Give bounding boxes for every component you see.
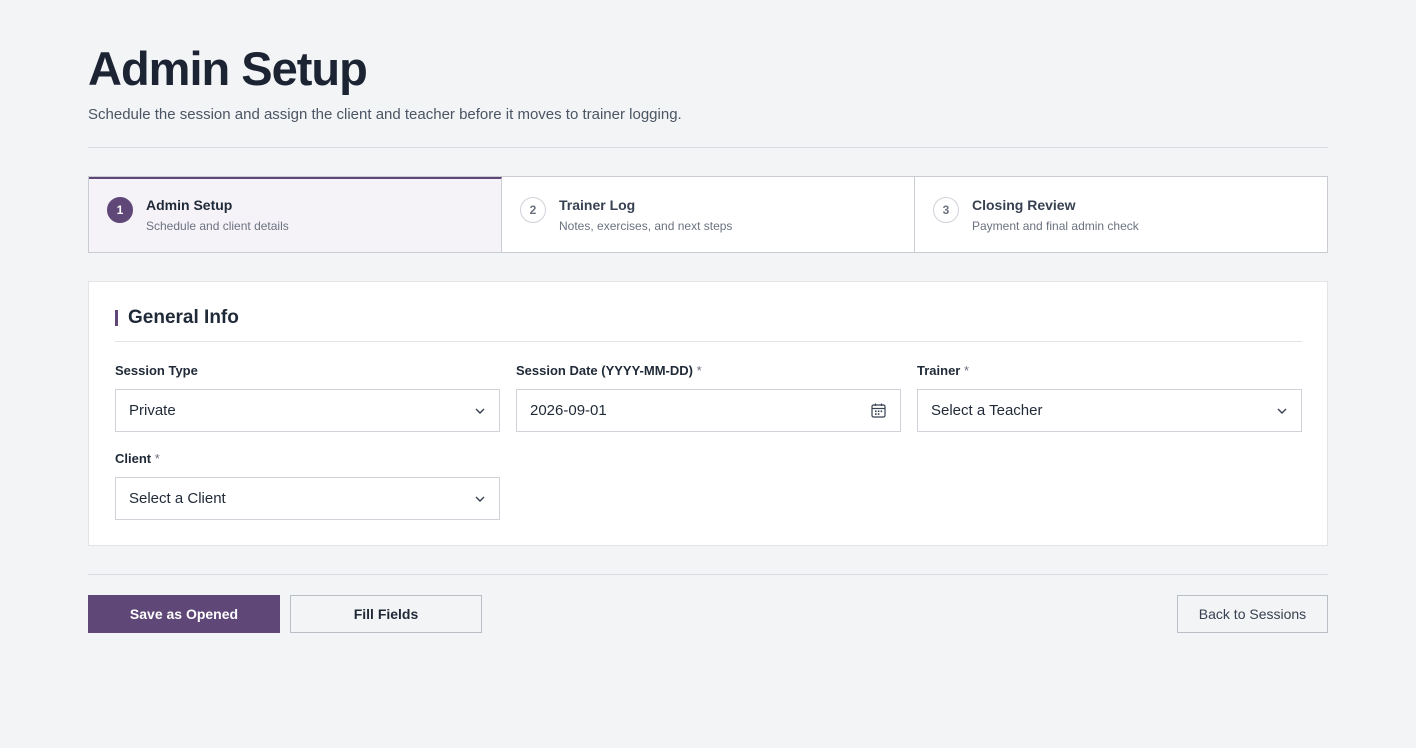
chevron-down-icon <box>475 408 485 414</box>
session-date-input[interactable]: 2026-09-01 <box>516 389 901 432</box>
client-value: Select a Client <box>129 490 226 507</box>
page-title: Admin Setup <box>88 42 368 95</box>
step-number: 1 <box>107 197 133 223</box>
step-title: Closing Review <box>972 197 1076 213</box>
divider <box>88 574 1328 575</box>
divider <box>88 147 1328 148</box>
trainer-label: Trainer * <box>917 363 970 378</box>
step-number: 2 <box>520 197 546 223</box>
session-type-field: Session Type Private <box>115 363 500 432</box>
chevron-down-icon <box>475 496 485 502</box>
session-type-value: Private <box>129 402 176 419</box>
session-date-value: 2026-09-01 <box>530 402 607 419</box>
step-description: Notes, exercises, and next steps <box>559 219 733 233</box>
trainer-value: Select a Teacher <box>931 402 1043 419</box>
step-closing-review[interactable]: 3 Closing Review Payment and final admin… <box>915 177 1327 252</box>
calendar-icon[interactable] <box>871 403 886 418</box>
step-description: Payment and final admin check <box>972 219 1139 233</box>
page-subtitle: Schedule the session and assign the clie… <box>88 106 682 123</box>
session-type-select[interactable]: Private <box>115 389 500 432</box>
general-info-card: General Info Session Type Private Sessio… <box>88 281 1328 546</box>
step-title: Admin Setup <box>146 197 233 213</box>
section-header: General Info <box>115 307 1302 342</box>
step-admin-setup[interactable]: 1 Admin Setup Schedule and client detail… <box>89 177 502 252</box>
client-select[interactable]: Select a Client <box>115 477 500 520</box>
back-to-sessions-button[interactable]: Back to Sessions <box>1177 595 1328 633</box>
trainer-field: Trainer * Select a Teacher <box>917 363 1302 432</box>
fill-fields-button[interactable]: Fill Fields <box>290 595 482 633</box>
step-tracker: 1 Admin Setup Schedule and client detail… <box>88 176 1328 253</box>
client-label: Client * <box>115 451 160 466</box>
save-as-opened-button[interactable]: Save as Opened <box>88 595 280 633</box>
section-accent-bar <box>115 310 118 326</box>
step-number: 3 <box>933 197 959 223</box>
step-description: Schedule and client details <box>146 219 289 233</box>
step-trainer-log[interactable]: 2 Trainer Log Notes, exercises, and next… <box>502 177 915 252</box>
session-type-label: Session Type <box>115 363 198 378</box>
client-field: Client * Select a Client <box>115 451 500 520</box>
session-date-field: Session Date (YYYY-MM-DD) * 2026-09-01 <box>516 363 901 432</box>
step-title: Trainer Log <box>559 197 636 213</box>
section-title: General Info <box>128 307 239 328</box>
chevron-down-icon <box>1277 408 1287 414</box>
session-date-label: Session Date (YYYY-MM-DD) * <box>516 363 702 378</box>
trainer-select[interactable]: Select a Teacher <box>917 389 1302 432</box>
